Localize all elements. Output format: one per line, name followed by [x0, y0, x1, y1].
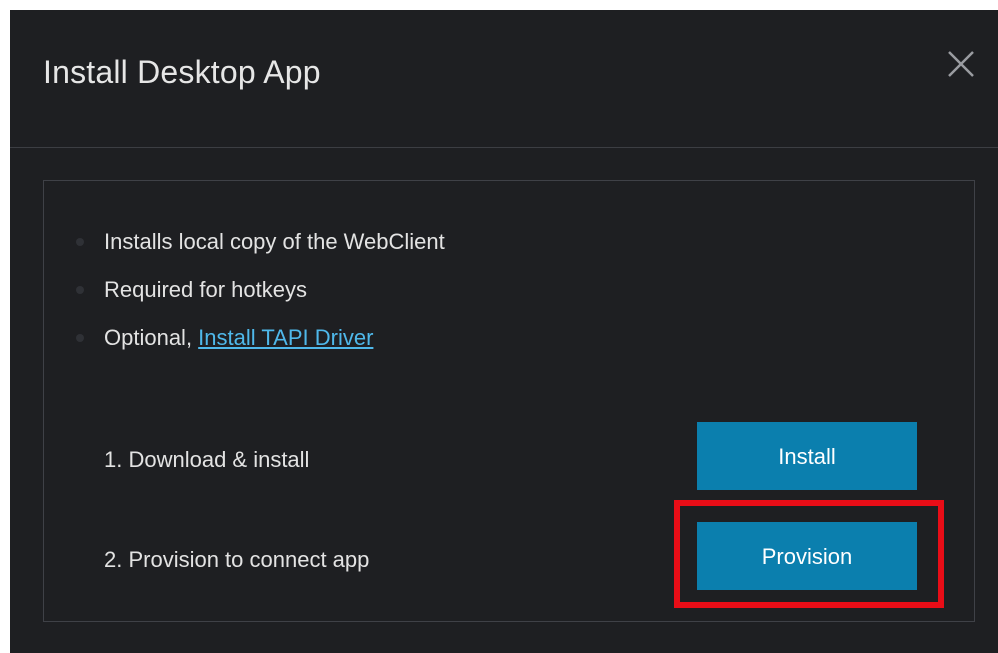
dialog-header: Install Desktop App	[10, 10, 998, 148]
dialog-title: Install Desktop App	[43, 54, 321, 90]
close-icon	[948, 51, 974, 77]
step-download-install-label: 1. Download & install	[104, 447, 310, 472]
optional-prefix: Optional,	[104, 325, 199, 350]
bullet-icon	[76, 334, 84, 342]
dialog-body: Installs local copy of the WebClient Req…	[43, 180, 975, 622]
background-strip	[0, 0, 10, 653]
bullet-icon	[76, 286, 84, 294]
feature-text: Required for hotkeys	[104, 277, 307, 302]
page: Install Desktop App Installs local copy …	[0, 0, 998, 653]
step-provision-label: 2. Provision to connect app	[104, 547, 370, 572]
provision-button[interactable]: Provision	[697, 522, 917, 590]
feature-text: Optional, Install TAPI Driver	[104, 317, 373, 359]
install-button[interactable]: Install	[697, 422, 917, 490]
bullet-icon	[76, 238, 84, 246]
list-item: Required for hotkeys	[44, 269, 974, 317]
feature-text: Installs local copy of the WebClient	[104, 229, 445, 254]
list-item: Installs local copy of the WebClient	[44, 221, 974, 269]
install-desktop-app-dialog: Install Desktop App Installs local copy …	[10, 10, 998, 653]
close-button[interactable]	[945, 48, 977, 80]
list-item: Optional, Install TAPI Driver	[44, 317, 974, 365]
install-tapi-driver-link[interactable]: Install TAPI Driver	[198, 325, 373, 350]
feature-list: Installs local copy of the WebClient Req…	[44, 221, 974, 365]
